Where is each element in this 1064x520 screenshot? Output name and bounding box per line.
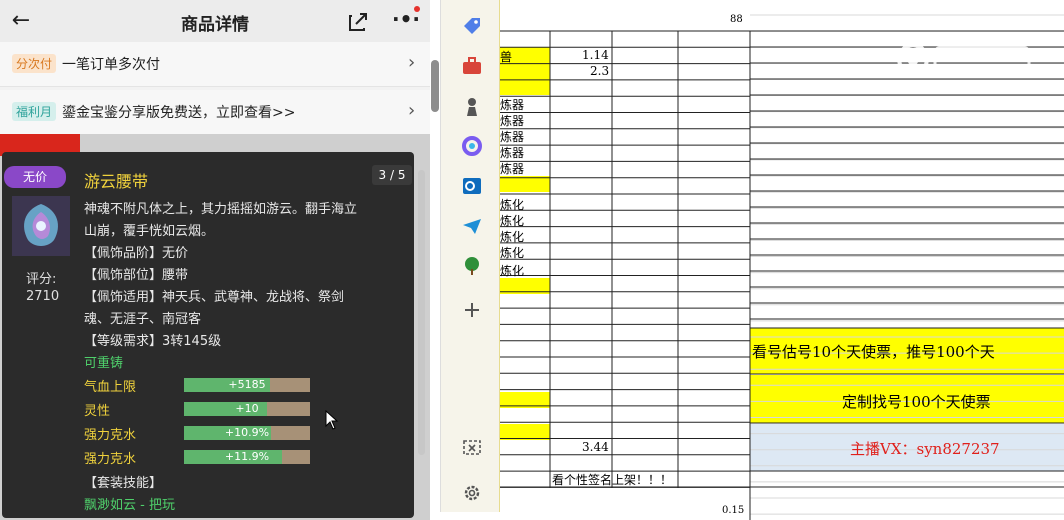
banner-appraisal[interactable]: 看号估号10个天使票，推号100个天	[752, 341, 995, 362]
chevron-right-icon: ›	[408, 52, 416, 73]
screenshot-icon[interactable]	[461, 437, 483, 459]
tooltip-scrollbar[interactable]	[418, 170, 425, 455]
browser-sidebar	[440, 0, 501, 512]
top-nav-bar: ← 商品详情 ·•·	[0, 0, 430, 42]
share-icon[interactable]	[346, 8, 372, 34]
page-scrollbar[interactable]	[431, 60, 439, 112]
stat-bar: +11.9%	[184, 450, 310, 464]
attribute-line: 【佩饰部位】腰带	[84, 268, 189, 283]
stat-label: 灵性	[84, 404, 111, 419]
score-value: 2710	[26, 289, 60, 304]
item-tooltip: 无价 评分: 2710 游云腰带 3 / 5 神魂不附凡体之上，其力摇摇如游云。…	[2, 152, 414, 518]
toolbox-icon[interactable]	[461, 55, 483, 77]
yellow-cell	[500, 424, 550, 440]
cell-col-a[interactable]: 炼器	[500, 128, 524, 145]
tag-icon[interactable]	[461, 15, 483, 37]
stat-label: 气血上限	[84, 380, 137, 395]
stat-bar: +5185	[184, 378, 310, 392]
cell-bottom-value[interactable]: 0.15	[722, 505, 744, 516]
installment-row[interactable]: 分次付 一笔订单多次付 ›	[0, 42, 430, 87]
settings-icon[interactable]	[461, 482, 483, 504]
stat-value: +10.9%	[224, 426, 270, 439]
chess-icon[interactable]	[461, 96, 483, 118]
rarity-badge: 无价	[4, 166, 66, 188]
cell-note[interactable]: 看个性签名上架！！！	[552, 471, 672, 488]
spreadsheet-area: 88 1.14 2.3 3.44 0.15 兽 炼器 炼器 炼器 炼器 炼器 炼…	[500, 0, 1064, 520]
item-name: 游云腰带	[84, 172, 149, 191]
cell-value[interactable]: 3.44	[582, 440, 609, 454]
cell-col-a[interactable]: 炼化	[500, 244, 524, 261]
page-counter: 3 / 5	[372, 165, 412, 185]
yellow-cell	[500, 63, 550, 79]
cell-col-a[interactable]: 炼器	[500, 112, 524, 129]
cell-col-a[interactable]: 炼化	[500, 262, 524, 279]
cell-col-a[interactable]: 炼化	[500, 228, 524, 245]
mobile-app-panel: ← 商品详情 ·•· 分次付 一笔订单多次付 › 福利月 鎏金宝鉴分享版免费送，…	[0, 0, 430, 520]
stat-value: +10	[235, 402, 259, 415]
attribute-line: 【佩饰品阶】无价	[84, 246, 189, 261]
cell-col-a[interactable]: 兽	[500, 48, 512, 65]
notification-dot	[414, 6, 420, 12]
description-line: 神魂不附凡体之上，其力摇摇如游云。翻手海立	[84, 202, 358, 217]
banner-contact[interactable]: 主播VX：syn827237	[850, 438, 1000, 459]
description-line: 山崩，覆手恍如云烟。	[84, 224, 215, 239]
outlook-icon[interactable]	[461, 175, 483, 197]
cell-col-a[interactable]: 炼化	[500, 196, 524, 213]
banner-custom-search[interactable]: 定制找号100个天使票	[842, 391, 991, 412]
welfare-row[interactable]: 福利月 鎏金宝鉴分享版免费送，立即查看>> ›	[0, 90, 430, 135]
attribute-line: 【等级需求】3转145级	[84, 334, 222, 349]
score-label: 评分:	[26, 272, 57, 287]
cell-col-a[interactable]: 炼器	[500, 160, 524, 177]
cell-value[interactable]: 1.14	[582, 48, 609, 62]
set-skill-name: 飘渺如云 - 把玩	[84, 498, 175, 513]
mouse-cursor-icon	[325, 410, 339, 430]
stat-value: +11.9%	[224, 450, 270, 463]
cell-col-a[interactable]: 炼化	[500, 212, 524, 229]
yellow-cell	[500, 176, 550, 192]
add-icon[interactable]	[461, 299, 483, 321]
yellow-cell	[500, 79, 550, 95]
watermark-logo	[897, 43, 1031, 75]
welfare-text: 鎏金宝鉴分享版免费送，立即查看>>	[62, 105, 296, 121]
welfare-tag: 福利月	[12, 102, 57, 121]
stat-bar: +10	[184, 402, 310, 416]
stat-bar: +10.9%	[184, 426, 310, 440]
attribute-line: 魂、无涯子、南冠客	[84, 312, 202, 327]
set-skill-header: 【套装技能】	[84, 476, 163, 491]
chevron-right-icon: ›	[408, 100, 416, 121]
cell-top-value[interactable]: 88	[730, 14, 743, 25]
belt-item-icon	[12, 196, 70, 256]
tree-icon[interactable]	[461, 255, 483, 277]
cell-col-a[interactable]: 炼器	[500, 96, 524, 113]
installment-tag: 分次付	[12, 54, 57, 73]
installment-text: 一笔订单多次付	[62, 57, 160, 73]
recastable-label: 可重铸	[84, 356, 124, 371]
send-icon[interactable]	[461, 215, 483, 237]
attribute-line: 【佩饰适用】神天兵、武尊神、龙战将、祭剑	[84, 290, 345, 305]
stat-label: 强力克水	[84, 428, 137, 443]
stat-label: 强力克水	[84, 452, 137, 467]
cell-col-a[interactable]: 炼器	[500, 144, 524, 161]
copilot-icon[interactable]	[461, 135, 483, 157]
stat-value: +5185	[228, 378, 266, 391]
cell-value[interactable]: 2.3	[590, 64, 609, 78]
